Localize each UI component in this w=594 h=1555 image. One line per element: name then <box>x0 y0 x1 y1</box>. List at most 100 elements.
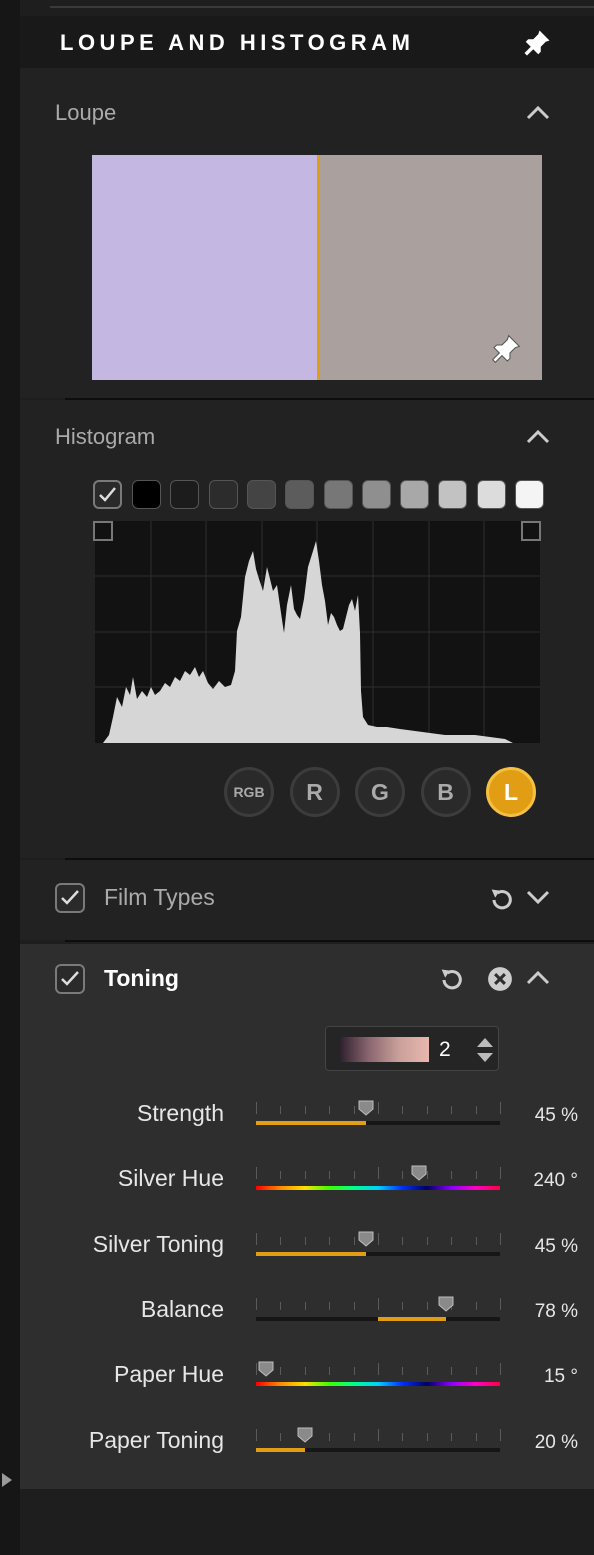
slider-tick <box>353 1367 355 1376</box>
slider-tick <box>426 1301 428 1310</box>
slider-tick <box>378 1297 379 1310</box>
shadow-clip-toggle[interactable] <box>93 521 113 541</box>
slider-value: 20 % <box>534 1431 578 1453</box>
channel-button-rgb[interactable]: RGB <box>224 767 274 817</box>
slider-tick <box>280 1236 282 1245</box>
slider-thumb[interactable] <box>358 1100 374 1116</box>
slider-label: Silver Hue <box>117 1165 224 1192</box>
slider-thumb[interactable] <box>411 1165 427 1181</box>
loupe-split-line[interactable] <box>317 155 320 380</box>
film-types-checkbox[interactable] <box>55 883 85 913</box>
slider-fill <box>256 1251 366 1256</box>
slider-tick <box>256 1167 257 1180</box>
channel-label: B <box>437 778 454 805</box>
slider-tick <box>280 1171 282 1180</box>
zone-swatch[interactable] <box>323 480 353 509</box>
slider-ticks <box>256 1363 501 1376</box>
pin-icon[interactable] <box>522 28 552 58</box>
slider-label: Paper Hue <box>114 1361 224 1388</box>
zone-swatch[interactable] <box>246 480 276 509</box>
slider-thumb[interactable] <box>438 1296 454 1312</box>
slider-tick <box>353 1171 355 1180</box>
slider-track[interactable] <box>256 1382 500 1387</box>
film-types-label: Film Types <box>104 884 215 910</box>
slider-tick <box>280 1432 282 1441</box>
slider-tick <box>402 1301 404 1310</box>
slider-tick <box>500 1363 501 1376</box>
slider-label: Silver Toning <box>92 1230 224 1257</box>
slider-value: 45 % <box>534 1105 578 1126</box>
slider-tick <box>402 1236 404 1245</box>
toning-checkbox[interactable] <box>55 964 85 994</box>
slider-tick <box>304 1236 306 1245</box>
slider-tick <box>426 1236 428 1245</box>
highlight-clip-toggle[interactable] <box>521 521 541 541</box>
expand-arrow-icon[interactable] <box>0 1470 14 1490</box>
slider-tick <box>378 1232 379 1245</box>
reset-icon[interactable] <box>437 966 465 994</box>
zone-swatch[interactable] <box>515 480 544 509</box>
preset-value: 2 <box>439 1038 451 1061</box>
slider-tick <box>280 1301 282 1310</box>
slider-tick <box>475 1432 477 1441</box>
zone-swatch[interactable] <box>438 480 468 509</box>
slider-tick <box>475 1106 477 1114</box>
slider-tick <box>426 1171 428 1180</box>
reset-icon[interactable] <box>487 886 515 914</box>
check-icon <box>99 487 116 502</box>
slider-tick <box>353 1301 355 1310</box>
slider-tick <box>451 1106 453 1114</box>
slider-tick <box>500 1167 501 1180</box>
zone-swatch[interactable] <box>208 480 238 509</box>
remove-icon[interactable] <box>487 966 513 992</box>
swatch-toggle-checkbox[interactable] <box>93 480 122 509</box>
channel-button-l[interactable]: L <box>486 767 536 817</box>
slider-thumb[interactable] <box>258 1361 274 1377</box>
loupe-label: Loupe <box>55 100 117 125</box>
toning-section <box>20 944 594 1489</box>
slider-tick <box>475 1236 477 1245</box>
zone-swatch[interactable] <box>285 480 315 509</box>
zone-swatch[interactable] <box>476 480 506 509</box>
zone-swatch[interactable] <box>170 480 200 509</box>
channel-label: RGB <box>233 784 265 800</box>
preset-gradient <box>339 1037 429 1062</box>
zone-swatch[interactable] <box>132 480 161 509</box>
slider-tick <box>329 1432 331 1441</box>
slider-thumb[interactable] <box>297 1427 313 1443</box>
slider-tick <box>475 1171 477 1180</box>
toning-label: Toning <box>104 965 179 991</box>
channel-label: L <box>503 778 519 805</box>
channel-button-b[interactable]: B <box>420 767 471 817</box>
chevron-down-icon[interactable] <box>525 888 551 906</box>
chevron-up-icon[interactable] <box>525 428 551 446</box>
slider-ticks <box>256 1428 501 1441</box>
zone-swatch[interactable] <box>400 480 430 509</box>
loupe-before <box>92 155 317 380</box>
chevron-up-icon[interactable] <box>525 104 551 122</box>
zone-swatch[interactable] <box>361 480 391 509</box>
slider-track[interactable] <box>256 1186 500 1191</box>
slider-tick <box>500 1102 501 1114</box>
channel-button-g[interactable]: G <box>355 767 405 817</box>
slider-ticks <box>256 1297 501 1310</box>
loupe-preview[interactable] <box>92 155 542 380</box>
slider-tick <box>426 1432 428 1441</box>
slider-tick <box>426 1106 428 1114</box>
slider-tick <box>256 1232 257 1245</box>
slider-label: Paper Toning <box>88 1426 224 1453</box>
loupe-pin-icon[interactable] <box>490 333 522 365</box>
slider-tick <box>329 1171 331 1180</box>
histogram-graph <box>95 521 540 743</box>
slider-tick <box>329 1367 331 1376</box>
channel-button-r[interactable]: R <box>289 767 340 817</box>
slider-value: 15 ° <box>543 1366 578 1388</box>
slider-value: 45 % <box>534 1235 578 1257</box>
stepper-arrows-icon[interactable] <box>476 1036 494 1064</box>
slider-tick <box>304 1171 306 1180</box>
slider-thumb[interactable] <box>358 1231 374 1247</box>
chevron-up-icon[interactable] <box>525 969 551 987</box>
slider-tick <box>256 1297 257 1310</box>
channel-label: R <box>306 778 323 805</box>
toning-preset-selector[interactable]: 2 <box>325 1026 499 1071</box>
